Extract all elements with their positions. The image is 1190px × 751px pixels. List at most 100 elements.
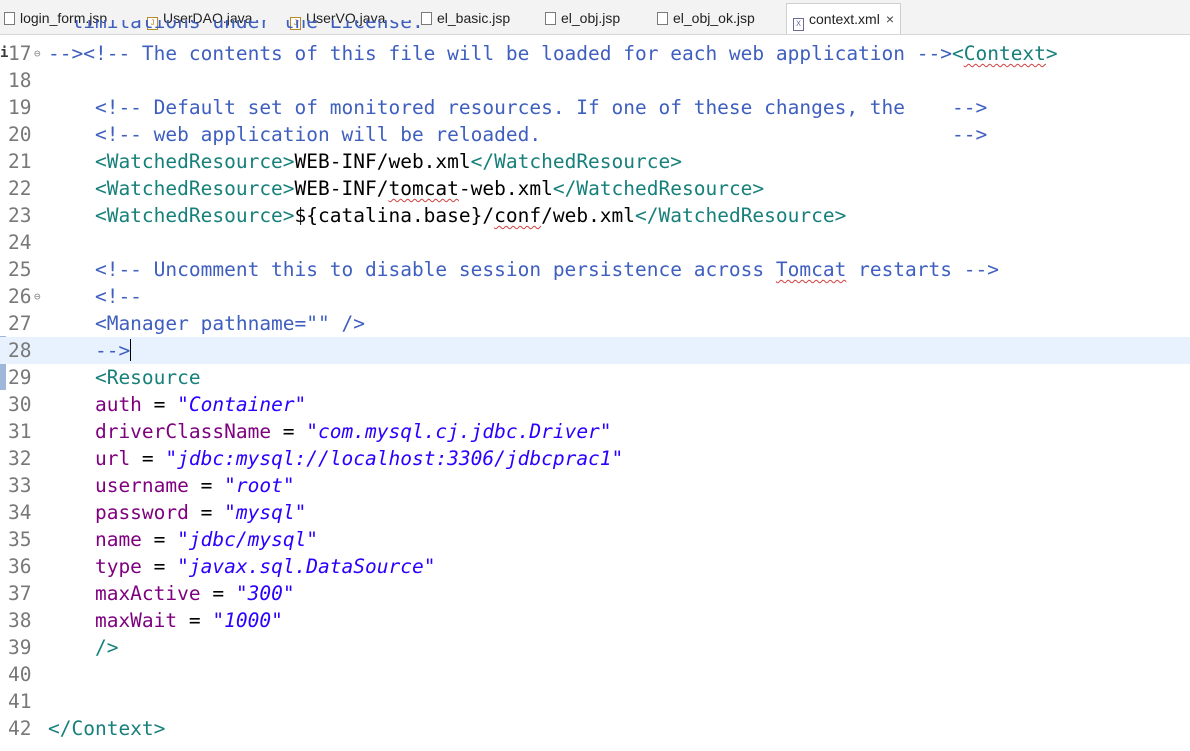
code-line[interactable]: 35 name = "jdbc/mysql" <box>0 526 1190 553</box>
code-text: --><!-- The contents of this file will b… <box>48 40 1058 67</box>
code-line[interactable]: 28 --> <box>0 337 1190 364</box>
code-token: /> <box>48 636 119 659</box>
code-line[interactable]: 31 driverClassName = "com.mysql.cj.jdbc.… <box>0 418 1190 445</box>
code-token: "root" <box>224 474 295 497</box>
code-token: --> <box>48 339 131 362</box>
code-text: <!-- Default set of monitored resources.… <box>48 94 987 121</box>
line-number: 18 <box>8 69 32 92</box>
code-line[interactable]: 25 <!-- Uncomment this to disable sessio… <box>0 256 1190 283</box>
code-line[interactable]: 42 </Context> <box>0 715 1190 742</box>
line-number: 26 <box>8 285 32 308</box>
code-text: limitations under the License. <box>48 20 424 33</box>
code-token: type <box>48 555 142 578</box>
code-token: url <box>48 447 131 470</box>
code-token: restarts --> <box>846 258 999 281</box>
code-token: /web.xml <box>541 204 636 227</box>
code-text: <Resource <box>48 364 201 391</box>
code-token: "300" <box>235 582 295 605</box>
code-line[interactable]: i 17 ⊖ --><!-- The contents of this file wi… <box>0 40 1190 67</box>
code-token: maxActive <box>48 582 201 605</box>
code-token: "mysql" <box>224 501 307 524</box>
code-line[interactable]: 18 <box>0 67 1190 94</box>
code-text: name = "jdbc/mysql" <box>48 526 318 553</box>
code-line[interactable]: 29 <Resource <box>0 364 1190 391</box>
code-line[interactable]: 19 <!-- Default set of monitored resourc… <box>0 94 1190 121</box>
text-cursor <box>130 339 132 361</box>
code-token: <!-- Uncomment this to disable session p… <box>48 258 776 281</box>
code-line[interactable]: 33 username = "root" <box>0 472 1190 499</box>
code-token: = <box>141 555 178 578</box>
code-token: <WatchedResource> <box>48 177 295 200</box>
code-token: username <box>48 474 189 497</box>
code-line[interactable]: 21 <WatchedResource>WEB-INF/web.xml</Wat… <box>0 148 1190 175</box>
code-token: < <box>951 42 964 65</box>
code-text: password = "mysql" <box>48 499 306 526</box>
code-line[interactable]: 32 url = "jdbc:mysql://localhost:3306/jd… <box>0 445 1190 472</box>
code-line[interactable]: 39 /> <box>0 634 1190 661</box>
code-token: = <box>188 474 225 497</box>
code-token: </WatchedResource> <box>552 177 765 200</box>
code-line[interactable]: 36 type = "javax.sql.DataSource" <box>0 553 1190 580</box>
code-line[interactable]: 24 <box>0 229 1190 256</box>
code-token: "javax.sql.DataSource" <box>177 555 436 578</box>
code-token: <WatchedResource> <box>48 204 295 227</box>
code-line[interactable]: 38 maxWait = "1000" <box>0 607 1190 634</box>
code-line[interactable]: 20 <!-- web application will be reloaded… <box>0 121 1190 148</box>
line-number: 24 <box>8 231 32 254</box>
code-line[interactable]: 41 <box>0 688 1190 715</box>
line-number: 23 <box>8 204 32 227</box>
code-token: = <box>271 420 307 443</box>
code-line[interactable]: 30 auth = "Container" <box>0 391 1190 418</box>
code-text: maxActive = "300" <box>48 580 295 607</box>
code-token: <Manager pathname="" /> <box>48 312 365 335</box>
code-line[interactable]: 40 <box>0 661 1190 688</box>
code-token: Tomcat <box>775 258 847 281</box>
line-number: 38 <box>8 609 32 632</box>
fold-toggle-icon[interactable]: ⊖ <box>34 283 41 310</box>
code-token: tomcat <box>388 177 459 200</box>
code-token: ${catalina.base}/ <box>294 204 495 227</box>
code-token: </Context> <box>48 717 166 740</box>
code-line[interactable]: 22 <WatchedResource>WEB-INF/tomcat-web.x… <box>0 175 1190 202</box>
code-line[interactable]: 26 ⊖ <!-- <box>0 283 1190 310</box>
line-number: 41 <box>8 690 32 713</box>
code-text: <!-- Uncomment this to disable session p… <box>48 256 999 283</box>
partial-line: limitations under the License. <box>0 20 1190 40</box>
code-token: conf <box>494 204 542 227</box>
code-token: "com.mysql.cj.jdbc.Driver" <box>306 420 612 443</box>
code-token: auth <box>48 393 142 416</box>
code-line[interactable]: 34 password = "mysql" <box>0 499 1190 526</box>
line-number: 28 <box>8 339 32 362</box>
code-text: <WatchedResource>${catalina.base}/conf/w… <box>48 202 846 229</box>
line-number: 30 <box>8 393 32 416</box>
line-number: 40 <box>8 663 32 686</box>
code-token: "1000" <box>212 609 283 632</box>
line-number: 17 <box>8 42 32 65</box>
code-text: <!-- <box>48 283 142 310</box>
line-number: 39 <box>8 636 32 659</box>
code-token: = <box>188 501 225 524</box>
code-line[interactable]: 23 <WatchedResource>${catalina.base}/con… <box>0 202 1190 229</box>
code-text: driverClassName = "com.mysql.cj.jdbc.Dri… <box>48 418 612 445</box>
line-number: 21 <box>8 150 32 173</box>
line-number: 32 <box>8 447 32 470</box>
code-text: type = "javax.sql.DataSource" <box>48 553 435 580</box>
code-token: = <box>177 609 213 632</box>
code-token: = <box>141 393 178 416</box>
line-number: 35 <box>8 528 32 551</box>
fold-toggle-icon[interactable]: ⊖ <box>34 40 41 67</box>
code-editor[interactable]: limitations under the License. i 17 ⊖ --><!… <box>0 20 1190 751</box>
code-text: /> <box>48 634 119 661</box>
code-line[interactable]: 27 <Manager pathname="" /> <box>0 310 1190 337</box>
code-line[interactable]: 37 maxActive = "300" <box>0 580 1190 607</box>
code-text: </Context> <box>48 715 165 742</box>
line-number: 36 <box>8 555 32 578</box>
code-text: username = "root" <box>48 472 295 499</box>
code-token: maxWait <box>48 609 178 632</box>
code-token: --><!-- The contents of this file will b… <box>48 42 952 65</box>
code-token: </WatchedResource> <box>470 150 682 173</box>
code-token: </WatchedResource> <box>635 204 847 227</box>
code-token: <!-- <box>48 285 142 308</box>
code-token: <!-- web application will be reloaded. -… <box>48 123 988 146</box>
code-text: <WatchedResource>WEB-INF/tomcat-web.xml<… <box>48 175 764 202</box>
